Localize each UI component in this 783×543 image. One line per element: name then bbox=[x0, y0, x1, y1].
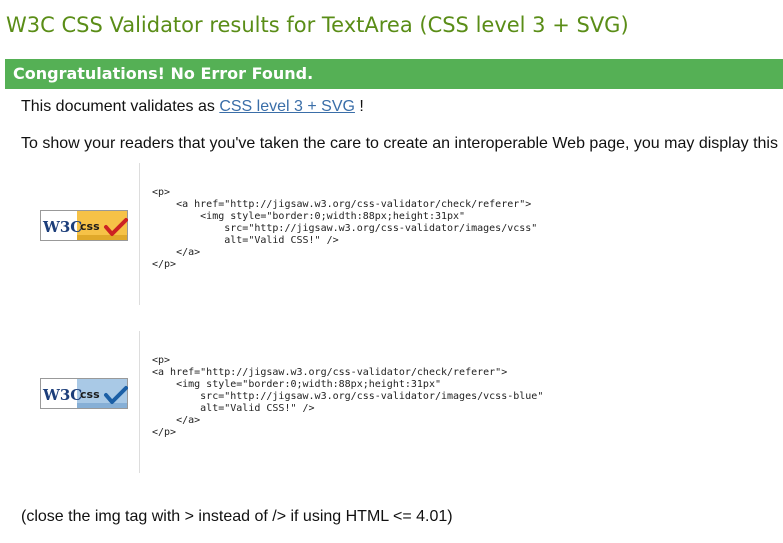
badge-row-blue: W3C css <p> <a href="http://jigsaw.w3.or… bbox=[0, 331, 783, 473]
badge-gold-css-text: css bbox=[80, 220, 100, 233]
badge-blue-logo-text: W3C bbox=[42, 386, 82, 404]
success-banner: Congratulations! No Error Found. bbox=[5, 59, 783, 89]
w3c-css-gold-icon: W3C css bbox=[40, 210, 128, 241]
valid-css-badge-blue[interactable]: W3C css bbox=[40, 378, 128, 409]
code-divider bbox=[139, 331, 140, 473]
validation-statement: This document validates as CSS level 3 +… bbox=[21, 98, 364, 116]
code-divider bbox=[139, 163, 140, 305]
readers-note: To show your readers that you've taken t… bbox=[21, 135, 778, 152]
css-profile-link[interactable]: CSS level 3 + SVG bbox=[219, 98, 355, 115]
badge-blue-code-snippet: <p> <a href="http://jigsaw.w3.org/css-va… bbox=[152, 355, 544, 438]
badge-blue-css-text: css bbox=[80, 388, 100, 401]
badge-row-gold: W3C css <p> <a href="http://jigsaw.w3.or… bbox=[0, 163, 783, 305]
valid-css-badge-gold[interactable]: W3C css bbox=[40, 210, 128, 241]
validation-prefix: This document validates as bbox=[21, 98, 220, 115]
badge-gold-code-snippet: <p> <a href="http://jigsaw.w3.org/css-va… bbox=[152, 187, 538, 270]
page-title: W3C CSS Validator results for TextArea (… bbox=[6, 13, 629, 37]
w3c-css-blue-icon: W3C css bbox=[40, 378, 128, 409]
validation-suffix: ! bbox=[354, 98, 364, 115]
badge-gold-logo-text: W3C bbox=[42, 218, 82, 236]
footer-note: (close the img tag with > instead of /> … bbox=[21, 508, 453, 525]
